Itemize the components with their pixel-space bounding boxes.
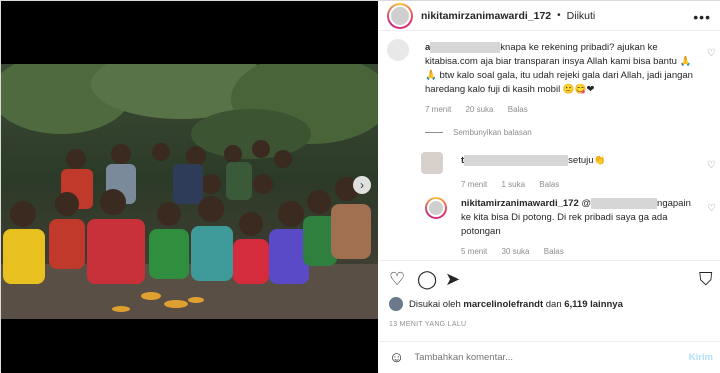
more-horizontal-icon[interactable]: ••• — [693, 9, 711, 25]
follow-status-button[interactable]: Diikuti — [567, 10, 596, 22]
redacted-username — [430, 41, 501, 53]
liked-by: Disukai oleh marcelinolefrandt dan 6,119… — [389, 297, 623, 311]
comments-list: a knapa ke rekening pribadi? ajukan ke ki… — [379, 32, 720, 260]
redacted-username — [464, 154, 569, 166]
author-reply-meta: 5 menit 30 suka Balas — [461, 247, 564, 256]
comment-meta: 7 menit 20 suka Balas — [425, 105, 528, 114]
liker-username[interactable]: marcelinolefrandt — [463, 299, 543, 310]
liker-avatar[interactable] — [389, 297, 403, 311]
post-header: nikitamirzanimawardi_172 • Diikuti ••• — [379, 1, 720, 31]
comment-input[interactable] — [414, 352, 670, 363]
author-reply-username[interactable]: nikitamirzanimawardi_172 — [461, 198, 579, 209]
author-reply-avatar[interactable] — [425, 197, 447, 219]
post-actions: ♡ ◯ ➤ ⛉ — [379, 260, 720, 295]
post-comment-button[interactable]: Kirim — [689, 352, 713, 363]
comment-text: a knapa ke rekening pribadi? ajukan ke ki… — [425, 41, 693, 95]
post-sidebar: nikitamirzanimawardi_172 • Diikuti ••• a… — [379, 1, 720, 373]
reply-meta: 7 menit 1 suka Balas — [461, 180, 560, 189]
photo-children-gathering — [1, 64, 378, 319]
comment-avatar[interactable] — [387, 39, 409, 61]
author-reply-text: nikitamirzanimawardi_172 @ ngapain ke kit… — [461, 197, 691, 237]
author-reply-like-heart-icon[interactable]: ♡ — [707, 203, 716, 214]
instagram-post-frame: › nikitamirzanimawardi_172 • Diikuti •••… — [0, 0, 720, 373]
comment-icon[interactable]: ◯ — [417, 269, 437, 290]
header-separator: • — [557, 10, 561, 21]
header-username[interactable]: nikitamirzanimawardi_172 — [421, 10, 551, 22]
reply-avatar[interactable] — [421, 152, 443, 174]
save-bookmark-icon[interactable]: ⛉ — [699, 269, 713, 290]
likes-count-link[interactable]: 6,119 lainnya — [564, 299, 623, 310]
hide-replies-toggle[interactable]: Sembunyikan balasan — [425, 128, 532, 137]
redacted-username — [591, 197, 658, 209]
post-photo — [1, 64, 378, 319]
reply-like-heart-icon[interactable]: ♡ — [707, 160, 716, 171]
chevron-right-icon: › — [360, 178, 364, 192]
share-icon[interactable]: ➤ — [445, 269, 460, 290]
carousel-next-button[interactable]: › — [353, 176, 371, 194]
add-comment-bar: ☺ Kirim — [379, 341, 720, 373]
post-media: › — [1, 1, 378, 373]
like-heart-icon[interactable]: ♡ — [389, 269, 405, 290]
avatar[interactable] — [387, 2, 413, 29]
emoji-icon[interactable]: ☺ — [389, 349, 404, 366]
reply-text: t setuju👏 — [461, 154, 606, 166]
comment-like-heart-icon[interactable]: ♡ — [707, 48, 716, 59]
post-timestamp[interactable]: 13 MENIT YANG LALU — [389, 321, 466, 328]
